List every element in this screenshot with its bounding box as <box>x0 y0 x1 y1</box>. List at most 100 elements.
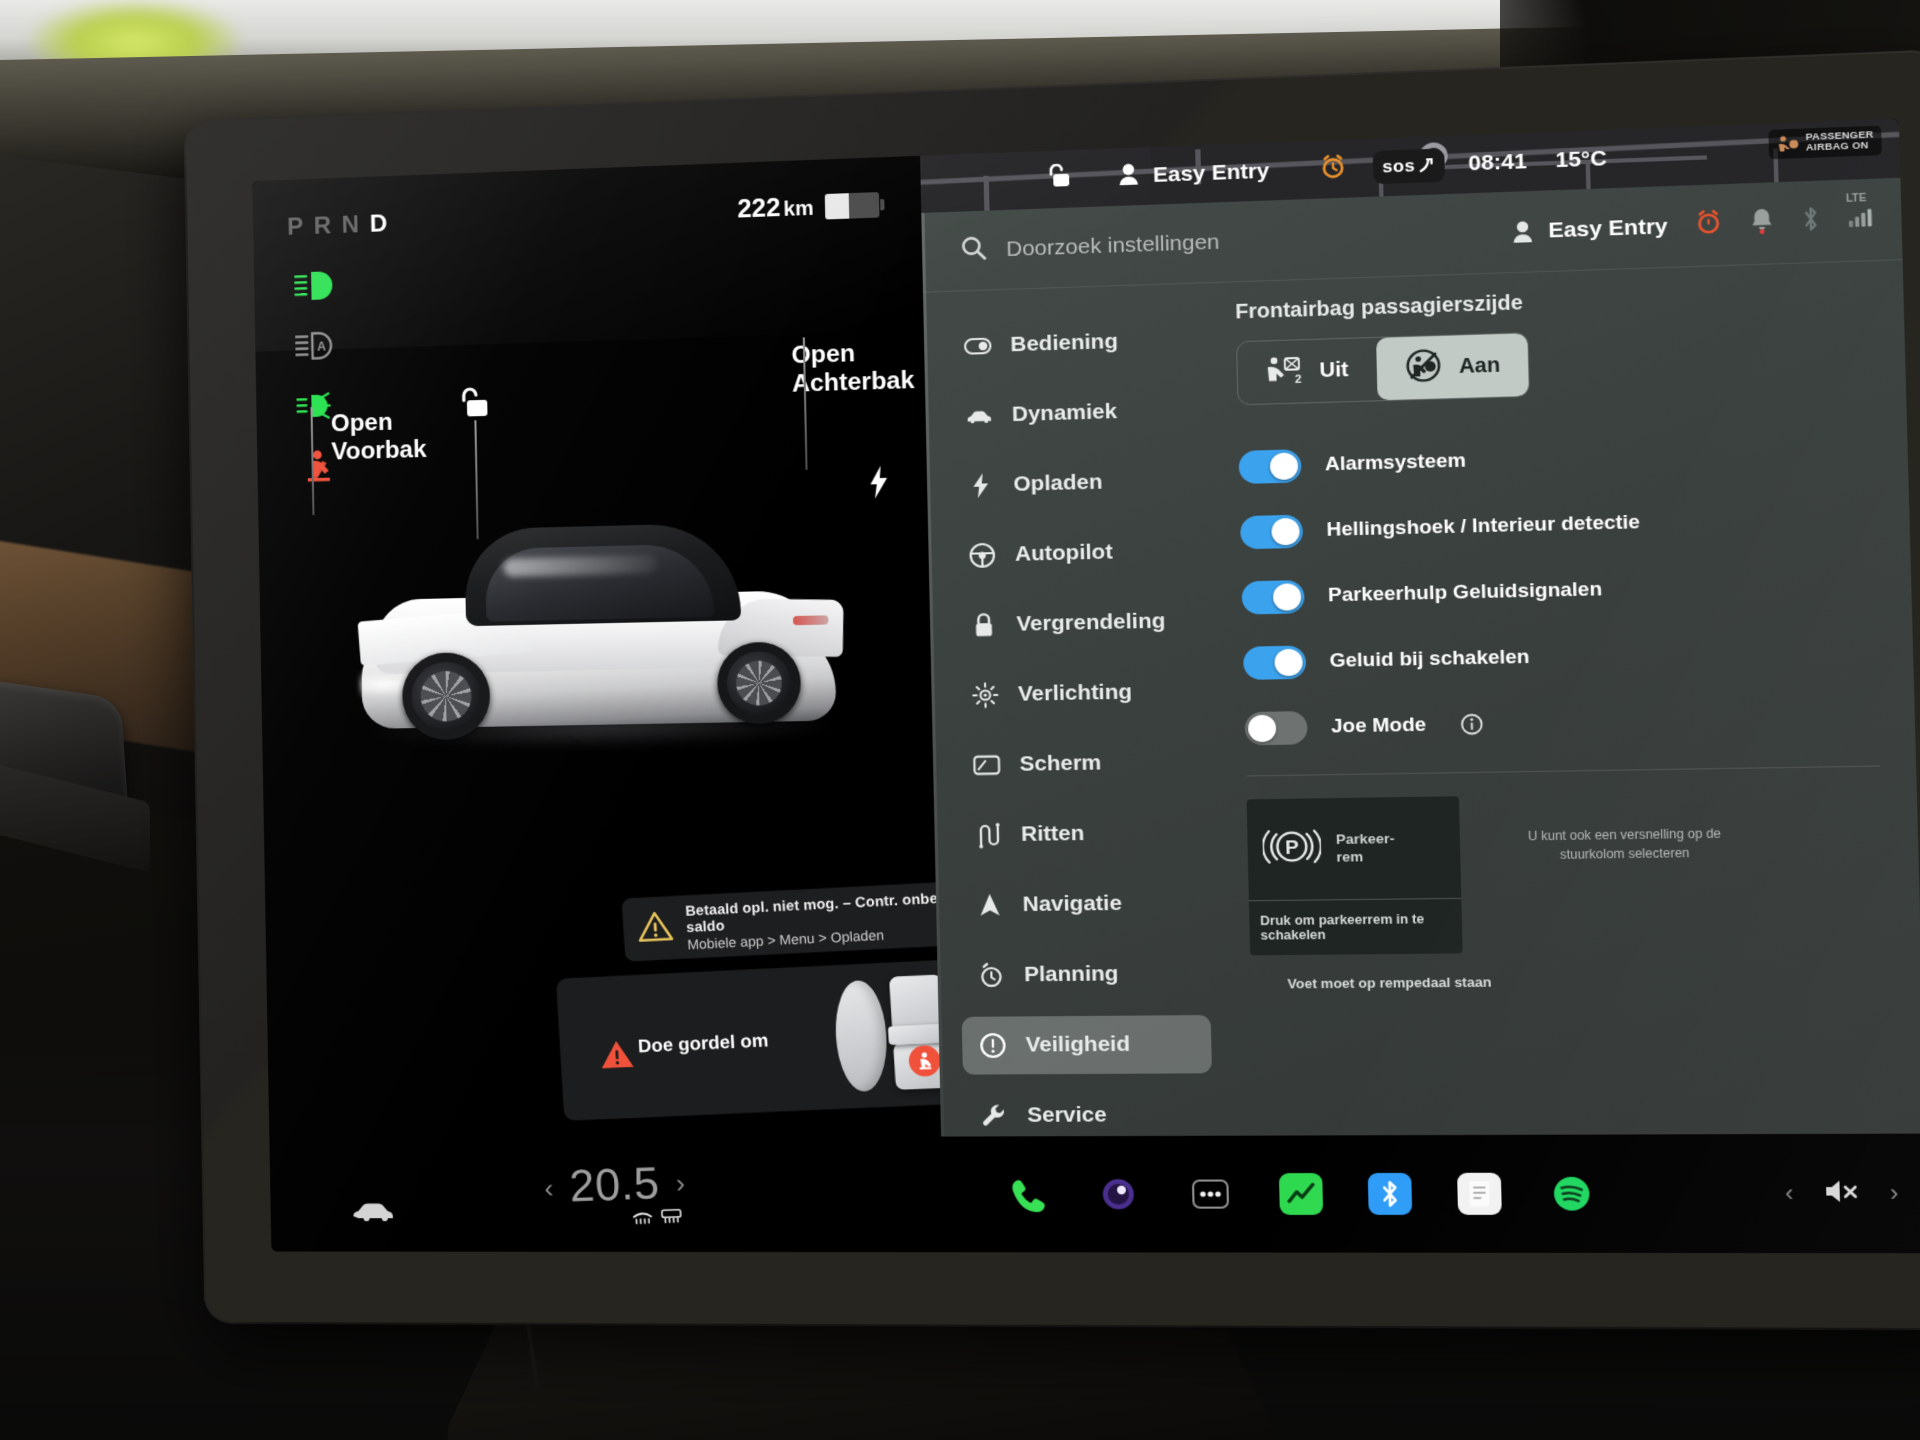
low-beam-headlight-icon <box>293 268 341 304</box>
sidebar-item-planning[interactable]: Planning <box>960 944 1210 1004</box>
parkeerhulp-switch[interactable] <box>1241 579 1305 615</box>
airbag-on-button[interactable]: Aan <box>1375 333 1530 401</box>
sidebar-item-dynamiek[interactable]: Dynamiek <box>948 381 1197 446</box>
more-dots-icon[interactable] <box>1186 1171 1234 1217</box>
trips-icon <box>974 822 1002 849</box>
settings-overlay[interactable]: Easy Entry sos 08:41 15°C PASSENGER AIRB… <box>920 118 1920 1254</box>
center-touchscreen[interactable]: P R N D A 222 km Open Voorbak Open Achte… <box>185 51 1920 1329</box>
switch-knob <box>1274 648 1303 676</box>
defog-buttons[interactable] <box>630 1207 683 1225</box>
airbag-off-icon: 2 <box>1265 353 1302 390</box>
energy-chart-icon[interactable] <box>1278 1173 1324 1215</box>
unlocked-padlock-icon[interactable] <box>1049 163 1073 195</box>
spotify-icon[interactable] <box>1547 1170 1597 1216</box>
sos-signal-icon <box>1417 158 1434 174</box>
schedule-clock-icon <box>977 962 1005 989</box>
seatbelt-notification-title: Doe gordel om <box>637 1029 770 1057</box>
camera-icon[interactable] <box>1094 1171 1142 1217</box>
airbag-on-icon <box>1404 347 1442 389</box>
settings-header-icons[interactable]: Easy Entry LTE <box>1511 193 1875 248</box>
search-bar[interactable]: Doorzoek instellingen <box>960 216 1512 267</box>
car-illustration[interactable] <box>350 442 848 757</box>
sidebar-item-label: Ritten <box>1020 821 1085 847</box>
header-profile-name: Easy Entry <box>1547 213 1668 243</box>
search-input[interactable]: Doorzoek instellingen <box>1006 230 1220 262</box>
app-dock[interactable]: ‹ › <box>941 1133 1920 1254</box>
bolt-icon <box>967 472 995 499</box>
header-profile[interactable]: Easy Entry <box>1511 214 1668 245</box>
airbag-on-label: Aan <box>1458 353 1501 378</box>
range-indicator: 222 km <box>737 190 880 225</box>
switch-knob <box>1269 451 1299 480</box>
lte-signal-icon[interactable]: LTE <box>1846 193 1875 233</box>
dock-apps[interactable] <box>1003 1170 1596 1217</box>
settings-panel[interactable]: Doorzoek instellingen Easy Entry LTE Bed… <box>921 177 1920 1197</box>
temp-decrease-button[interactable]: ‹ <box>543 1172 554 1204</box>
parking-brake-card-top: P Parkeer- rem <box>1247 796 1462 900</box>
car-icon <box>965 407 993 424</box>
sidebar-item-navigatie[interactable]: Navigatie <box>959 874 1209 935</box>
climate-control[interactable]: ‹ 20.5 › <box>543 1157 687 1213</box>
joe-mode-switch[interactable] <box>1244 710 1308 745</box>
person-icon[interactable] <box>1117 161 1141 192</box>
alarm-clock-icon[interactable] <box>1318 153 1347 186</box>
notes-icon[interactable] <box>1457 1172 1502 1215</box>
geluid-bij-schakelen-switch[interactable] <box>1243 644 1307 680</box>
range-unit: km <box>783 197 814 221</box>
parking-brake-card[interactable]: P Parkeer- rem Druk om parkeerrem in te … <box>1246 796 1463 956</box>
airbag-off-button[interactable]: 2 Uit <box>1237 338 1377 404</box>
bluetooth-icon[interactable] <box>1800 205 1821 238</box>
sidebar-item-vergrendeling[interactable]: Vergrendeling <box>953 592 1203 655</box>
sidebar-item-scherm[interactable]: Scherm <box>956 733 1206 795</box>
display-icon <box>973 754 1001 777</box>
parking-brake-icon: P <box>1262 821 1322 877</box>
sidebar-item-veiligheid[interactable]: Veiligheid <box>961 1015 1213 1075</box>
lte-label: LTE <box>1845 192 1867 206</box>
dock-right-controls[interactable]: ‹ › <box>1785 1177 1899 1210</box>
alarm-clock-icon[interactable] <box>1694 208 1724 242</box>
sos-button[interactable]: sos <box>1372 148 1445 185</box>
dock-next-button[interactable]: › <box>1890 1180 1899 1208</box>
volume-mute-icon[interactable] <box>1822 1177 1861 1210</box>
clock: 08:41 <box>1468 149 1528 176</box>
notification-bell-icon[interactable] <box>1749 207 1774 240</box>
temperature-value: 20.5 <box>568 1158 661 1212</box>
charge-bolt-icon[interactable] <box>868 465 890 507</box>
sidebar-item-verlichting[interactable]: Verlichting <box>954 662 1204 724</box>
airbag-indicator-icon <box>1779 135 1799 152</box>
svg-text:2: 2 <box>1295 373 1302 385</box>
info-circle-icon[interactable] <box>1460 713 1483 735</box>
toggle-icon <box>964 338 992 355</box>
sidebar-item-opladen[interactable]: Opladen <box>950 451 1199 515</box>
toggle-row-geluid-schakelen[interactable]: Geluid bij schakelen <box>1243 617 1878 696</box>
toggle-row-joe-mode[interactable]: Joe Mode <box>1244 684 1880 761</box>
sidebar-item-label: Bediening <box>1010 329 1119 357</box>
car-glass <box>484 543 715 622</box>
screen-surface[interactable]: P R N D A 222 km Open Voorbak Open Achte… <box>252 118 1920 1254</box>
hellingshoek-switch[interactable] <box>1239 514 1304 549</box>
alarmsysteem-switch[interactable] <box>1238 448 1302 484</box>
settings-menu[interactable]: Bediening Dynamiek Opladen Autopilot Ver… <box>923 283 1231 1197</box>
settings-body[interactable]: Bediening Dynamiek Opladen Autopilot Ver… <box>923 260 1920 1197</box>
dock-prev-button[interactable]: ‹ <box>1785 1180 1794 1208</box>
parking-brake-action-text[interactable]: Druk om parkeerrem in te schakelen <box>1248 897 1463 956</box>
car-controls-icon[interactable] <box>349 1198 398 1227</box>
sidebar-item-autopilot[interactable]: Autopilot <box>951 521 1201 585</box>
rear-defrost-icon <box>659 1207 683 1224</box>
sidebar-item-label: Opladen <box>1013 470 1103 497</box>
parking-brake-hint-line1: U kunt ook een versnelling op de <box>1527 826 1722 844</box>
sun-icon <box>971 682 999 709</box>
passenger-airbag-segmented-control[interactable]: 2 Uit Aan <box>1235 332 1531 406</box>
temp-increase-button[interactable]: › <box>675 1167 686 1199</box>
status-profile-name[interactable]: Easy Entry <box>1153 159 1270 188</box>
battery-gauge <box>824 192 880 220</box>
toggle-label: Parkeerhulp Geluidsignalen <box>1327 578 1603 607</box>
parking-brake-area[interactable]: P Parkeer- rem Druk om parkeerrem in te … <box>1246 790 1886 992</box>
sidebar-item-ritten[interactable]: Ritten <box>957 803 1207 864</box>
sidebar-item-label: Scherm <box>1019 750 1102 776</box>
bluetooth-icon[interactable] <box>1367 1172 1413 1215</box>
open-rear-trunk-label[interactable]: Open Achterbak <box>791 338 915 400</box>
settings-content[interactable]: Frontairbag passagierszijde 2 Uit Aan Al… <box>1211 260 1920 1136</box>
sidebar-item-bediening[interactable]: Bediening <box>947 311 1196 376</box>
phone-icon[interactable] <box>1003 1171 1051 1217</box>
